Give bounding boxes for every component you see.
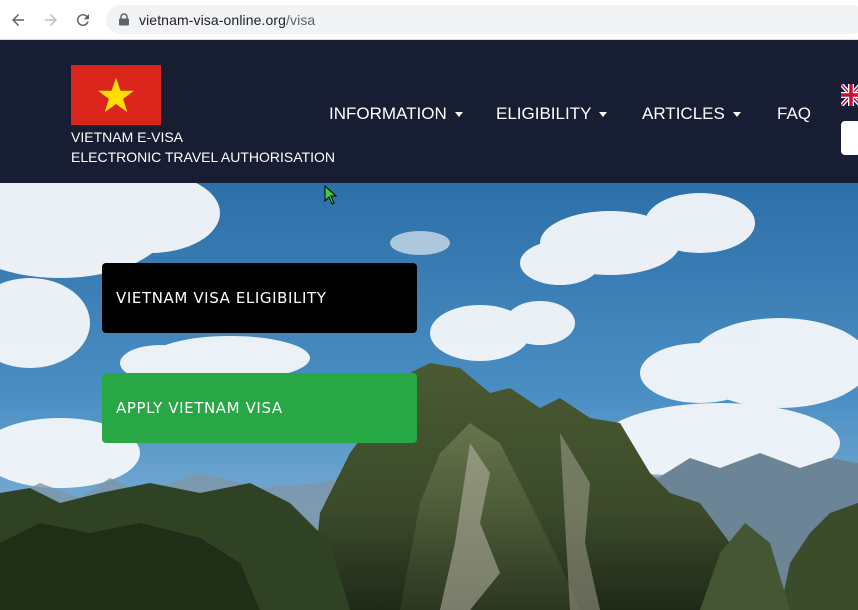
url-host: vietnam-visa-online.org: [139, 12, 287, 28]
back-arrow-icon[interactable]: [8, 10, 28, 30]
lock-icon: [119, 13, 129, 26]
browser-toolbar: vietnam-visa-online.org/visa: [0, 0, 858, 40]
site-header: VIETNAM E-VISA ELECTRONIC TRAVEL AUTHORI…: [0, 40, 858, 183]
nav-faq-label: FAQ: [777, 104, 812, 123]
vietnam-visa-eligibility-button[interactable]: VIETNAM VISA ELIGIBILITY: [102, 263, 417, 333]
apply-vietnam-visa-button[interactable]: APPLY VIETNAM VISA: [102, 373, 417, 443]
caret-down-icon: [454, 111, 463, 117]
url-path: /visa: [286, 12, 316, 28]
nav-articles[interactable]: ARTICLES: [642, 104, 741, 124]
forward-arrow-icon[interactable]: [41, 10, 61, 30]
header-search-box[interactable]: [841, 121, 858, 155]
uk-flag-language-icon[interactable]: [841, 84, 858, 106]
reload-icon[interactable]: [73, 10, 93, 30]
nav-faq[interactable]: FAQ: [777, 104, 811, 124]
url-text: vietnam-visa-online.org/visa: [139, 12, 315, 28]
star-icon: [97, 77, 135, 113]
address-bar[interactable]: vietnam-visa-online.org/visa: [106, 5, 858, 34]
mouse-cursor-icon: [324, 185, 338, 205]
brand-title[interactable]: VIETNAM E-VISA: [71, 129, 183, 145]
nav-information-label: INFORMATION: [329, 104, 447, 123]
nav-eligibility[interactable]: ELIGIBILITY: [496, 104, 608, 124]
nav-eligibility-label: ELIGIBILITY: [496, 104, 592, 123]
brand-subtitle[interactable]: ELECTRONIC TRAVEL AUTHORISATION: [71, 149, 335, 165]
caret-down-icon: [599, 111, 608, 117]
nav-articles-label: ARTICLES: [642, 104, 725, 123]
vietnam-flag-logo[interactable]: [71, 65, 161, 125]
nav-information[interactable]: INFORMATION: [329, 104, 463, 124]
caret-down-icon: [732, 111, 741, 117]
